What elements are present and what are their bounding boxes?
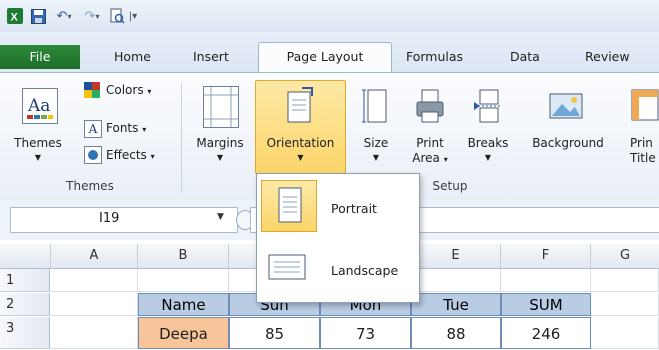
margins-dropdown-arrow[interactable]: ▼	[186, 150, 254, 165]
effects-button[interactable]: Effects ▾	[106, 148, 155, 164]
margins-button[interactable]: Margins	[186, 136, 254, 151]
breaks-icon[interactable]	[472, 86, 504, 126]
breaks-button[interactable]: Breaks	[464, 136, 512, 151]
cell-a2[interactable]	[51, 293, 138, 316]
size-button[interactable]: Size	[356, 136, 396, 151]
margins-icon[interactable]	[203, 86, 239, 128]
select-all-corner[interactable]	[0, 244, 51, 269]
cell-g1[interactable]	[591, 269, 659, 292]
svg-text:Aa: Aa	[27, 96, 50, 116]
tab-review[interactable]: Review	[585, 46, 630, 68]
print-titles-button[interactable]: Prin	[630, 136, 659, 151]
landscape-option[interactable]: Landscape	[331, 263, 398, 278]
orientation-dropdown-arrow: ▼	[297, 153, 304, 162]
excel-icon[interactable]: X	[6, 7, 24, 25]
tab-formulas[interactable]: Formulas	[406, 46, 463, 68]
title-bar: X ↶ ▾ ↷ ▾ |▾	[0, 0, 659, 33]
svg-text:X: X	[11, 12, 19, 24]
orientation-label: Orientation	[266, 136, 335, 150]
cell-e3[interactable]: 88	[411, 317, 501, 349]
header-cell-name[interactable]: Name	[138, 293, 229, 316]
group-divider	[181, 82, 182, 194]
portrait-icon-highlight[interactable]	[261, 180, 317, 232]
page-setup-group-label: Setup	[432, 179, 468, 193]
row-header-1[interactable]: 1	[0, 269, 50, 292]
tab-data[interactable]: Data	[510, 46, 540, 68]
redo-icon[interactable]: ↷ ▾	[80, 7, 104, 25]
cell-f3[interactable]: 246	[501, 317, 591, 349]
background-icon[interactable]	[548, 86, 584, 126]
cell-d3[interactable]: 73	[320, 317, 411, 349]
tab-page-layout[interactable]: Page Layout	[258, 42, 392, 73]
portrait-option[interactable]: Portrait	[331, 201, 377, 216]
cell-a1[interactable]	[51, 269, 138, 292]
print-titles-button-line2[interactable]: Title	[630, 151, 659, 166]
themes-icon[interactable]: Aa	[22, 88, 58, 124]
undo-icon[interactable]: ↶ ▾	[52, 7, 76, 25]
fonts-icon[interactable]: A	[84, 120, 102, 138]
print-titles-icon[interactable]	[628, 86, 659, 126]
fonts-button[interactable]: Fonts ▾	[106, 121, 146, 137]
tab-insert[interactable]: Insert	[193, 46, 229, 68]
themes-dropdown-arrow[interactable]: ▼	[8, 150, 68, 165]
column-header-g[interactable]: G	[591, 244, 659, 269]
cell-e1[interactable]	[411, 269, 501, 292]
size-dropdown-arrow[interactable]: ▼	[356, 150, 396, 165]
row-header-2[interactable]: 2	[0, 293, 50, 316]
cell-b3[interactable]: Deepa	[138, 317, 229, 349]
tab-home[interactable]: Home	[114, 46, 151, 68]
colors-button[interactable]: Colors ▾	[106, 83, 151, 99]
portrait-icon	[278, 187, 302, 223]
cell-c3[interactable]: 85	[229, 317, 320, 349]
print-area-button-line2[interactable]: Area ▾	[406, 151, 454, 167]
colors-icon[interactable]	[84, 82, 100, 98]
cell-f1[interactable]	[501, 269, 591, 292]
cell-b1[interactable]	[138, 269, 229, 292]
breaks-dropdown-arrow[interactable]: ▼	[464, 150, 512, 165]
name-box-value: I19	[99, 211, 120, 226]
print-area-button[interactable]: Print	[406, 136, 454, 151]
row-header-3[interactable]: 3	[0, 317, 50, 349]
print-area-icon[interactable]	[414, 86, 446, 126]
column-header-a[interactable]: A	[51, 244, 138, 269]
name-box-dropdown-icon[interactable]: ▼	[217, 212, 224, 222]
cell-g3[interactable]	[591, 317, 659, 349]
customize-icon[interactable]: |▾	[128, 7, 138, 25]
cell-g2[interactable]	[591, 293, 659, 316]
cell-a3[interactable]	[51, 317, 138, 349]
save-icon[interactable]	[30, 7, 46, 25]
themes-button-label[interactable]: Themes	[8, 136, 68, 151]
orientation-menu: Portrait Landscape	[256, 173, 420, 303]
background-button[interactable]: Background	[520, 136, 616, 151]
column-header-e[interactable]: E	[411, 244, 501, 269]
print-preview-icon[interactable]	[108, 7, 126, 25]
column-header-b[interactable]: B	[138, 244, 229, 269]
size-icon[interactable]	[362, 86, 390, 126]
orientation-icon	[284, 86, 316, 126]
column-header-f[interactable]: F	[501, 244, 591, 269]
header-cell-sum[interactable]: SUM	[501, 293, 591, 316]
themes-group-label: Themes	[66, 179, 114, 193]
tab-file[interactable]: File	[0, 45, 80, 69]
header-cell-tue[interactable]: Tue	[411, 293, 501, 316]
landscape-icon[interactable]	[261, 244, 317, 294]
effects-icon[interactable]	[84, 146, 102, 164]
name-box[interactable]: I19 ▼	[10, 207, 238, 233]
